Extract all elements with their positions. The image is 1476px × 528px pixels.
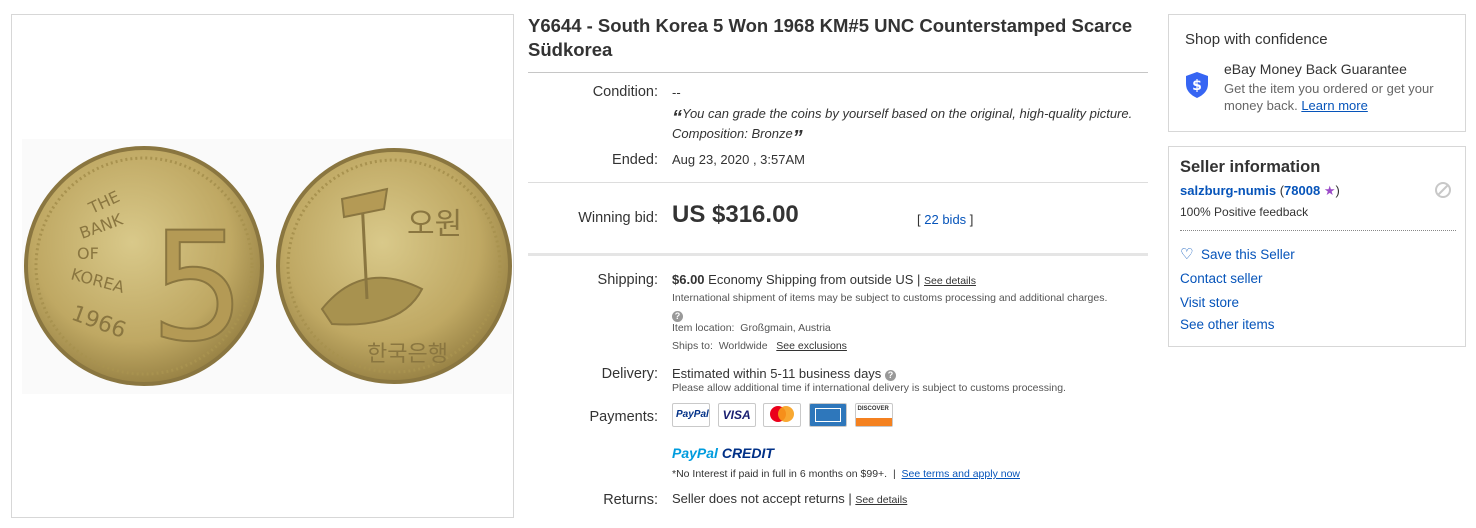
contact-seller-link[interactable]: Contact seller: [1180, 271, 1263, 286]
seller-name-row: salzburg-numis (78008 ★): [1180, 183, 1340, 198]
winning-bid-label: Winning bid:: [578, 210, 658, 226]
shipping-details-link[interactable]: See details: [924, 275, 976, 287]
condition-value: --: [672, 85, 681, 100]
save-seller-button[interactable]: ♡ Save this Seller: [1180, 245, 1295, 263]
shop-with-confidence-box: Shop with confidence $ eBay Money Back G…: [1168, 14, 1466, 132]
coin-photo: 5 THE BANK OF KOREA 1966 오원 한국은행: [22, 139, 512, 394]
discover-logo: DISCOVER: [854, 403, 893, 427]
winning-bid-price: US $316.00: [672, 201, 799, 228]
returns-label: Returns:: [603, 492, 658, 508]
visa-logo: VISA: [717, 403, 756, 427]
delivery-label: Delivery:: [601, 366, 658, 382]
svg-text:$: $: [1192, 78, 1202, 94]
see-exclusions-link[interactable]: See exclusions: [776, 340, 847, 352]
payments-label: Payments:: [589, 409, 659, 425]
ended-value: Aug 23, 2020 , 3:57AM: [672, 152, 805, 167]
seller-title: Seller information: [1180, 158, 1321, 176]
block-icon: [1435, 182, 1451, 198]
divider: [528, 182, 1148, 184]
delivery-note: Please allow additional time if internat…: [672, 382, 1066, 394]
item-image-panel[interactable]: 5 THE BANK OF KOREA 1966 오원 한국은행: [11, 14, 514, 518]
item-title: Y6644 - South Korea 5 Won 1968 KM#5 UNC …: [528, 15, 1133, 60]
item-location: Item location: Großgmain, Austria: [672, 322, 831, 334]
paypal-credit-logo: PayPal CREDIT: [672, 445, 774, 461]
see-terms-link[interactable]: See terms and apply now: [902, 468, 1020, 480]
condition-description: “You can grade the coins by yourself bas…: [672, 106, 1133, 149]
returns-details-link[interactable]: See details: [855, 494, 907, 506]
paypal-logo: PayPal: [672, 403, 710, 427]
shield-dollar-icon: $: [1186, 72, 1208, 98]
coin-obverse: 5 THE BANK OF KOREA 1966: [24, 146, 264, 386]
svg-text:OF: OF: [77, 244, 99, 263]
bids-link[interactable]: 22 bids: [924, 212, 966, 227]
condition-label: Condition:: [592, 84, 658, 100]
delivery-estimate: Estimated within 5-11 business days ?: [672, 366, 896, 381]
shipping-help-icon[interactable]: ?: [672, 307, 683, 322]
ships-to: Ships to: Worldwide See exclusions: [672, 340, 847, 352]
title-divider: [528, 72, 1148, 73]
coin-reverse-bottom: 한국은행: [367, 342, 448, 367]
shipping-label: Shipping:: [597, 272, 658, 288]
guarantee-title: eBay Money Back Guarantee: [1224, 61, 1407, 77]
seller-information-box: Seller information salzburg-numis (78008…: [1168, 146, 1466, 347]
bid-count[interactable]: [ 22 bids ]: [917, 212, 973, 227]
guarantee-text: Get the item you ordered or get your mon…: [1224, 81, 1434, 113]
see-other-items-link[interactable]: See other items: [1180, 317, 1275, 332]
payment-logos: PayPal VISA DISCOVER: [672, 403, 897, 427]
heart-icon: ♡: [1180, 246, 1194, 263]
feedback-score-link[interactable]: 78008: [1284, 183, 1320, 198]
seller-name-link[interactable]: salzburg-numis: [1180, 183, 1276, 198]
shipping-method: Economy Shipping from outside US |: [708, 272, 921, 287]
confidence-title: Shop with confidence: [1185, 31, 1328, 48]
divider-thick: [528, 253, 1148, 256]
shipping-cost: $6.00: [672, 272, 705, 287]
paypal-credit-note: *No Interest if paid in full in 6 months…: [672, 468, 1020, 480]
coin-obverse-numeral: 5: [150, 201, 245, 375]
coin-reverse: 오원 한국은행: [276, 148, 512, 384]
returns-info: Seller does not accept returns | See det…: [672, 491, 908, 506]
learn-more-link[interactable]: Learn more: [1301, 98, 1367, 113]
seller-divider: [1180, 230, 1456, 231]
amex-logo: [808, 403, 847, 427]
coin-reverse-top: 오원: [407, 207, 462, 242]
visit-store-link[interactable]: Visit store: [1180, 295, 1239, 310]
shipping-note: International shipment of items may be s…: [672, 292, 1108, 304]
purple-star-icon: ★: [1323, 183, 1336, 198]
ended-label: Ended:: [612, 152, 658, 168]
mastercard-logo: [763, 403, 802, 427]
shipping-info: $6.00 Economy Shipping from outside US |…: [672, 272, 1148, 287]
delivery-help-icon[interactable]: ?: [884, 370, 896, 381]
positive-feedback: 100% Positive feedback: [1180, 205, 1309, 219]
